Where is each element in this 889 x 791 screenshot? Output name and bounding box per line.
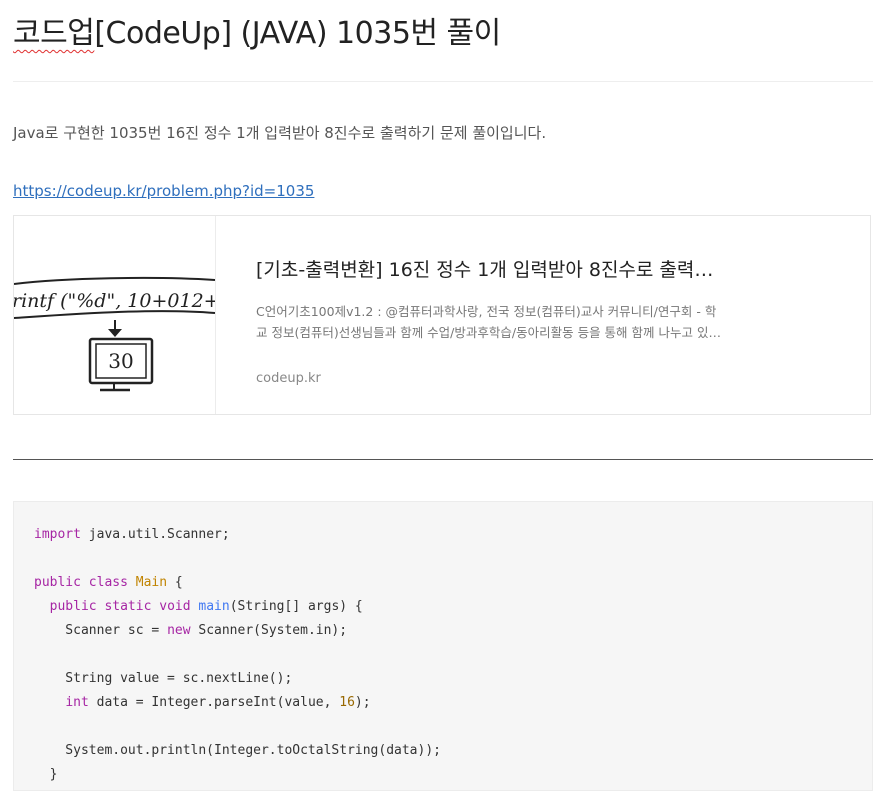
link-preview-card[interactable]: rintf ("%d", 10+012+0xA 30 [기초-출력변환] 16진… (13, 215, 871, 415)
code-token: new (167, 623, 191, 638)
code-token: main (198, 599, 230, 614)
post-title: 코드업[CodeUp] (JAVA) 1035번 풀이 (13, 14, 501, 54)
code-token: java.util.Scanner; (80, 527, 230, 542)
code-token: } (34, 767, 58, 782)
post-title-prefix: 코드업 (13, 16, 95, 51)
post-description: Java로 구현한 1035번 16진 정수 1개 입력받아 8진수로 출력하기… (13, 124, 547, 142)
preview-title: [기초-출력변환] 16진 정수 1개 입력받아 8진수로 출력하기 (256, 259, 726, 281)
post-title-rest: [CodeUp] (JAVA) 1035번 풀이 (94, 16, 501, 51)
code-line: } (34, 763, 441, 787)
code-token: Scanner sc = (34, 623, 168, 638)
code-token: String value = sc.nextLine(); (34, 671, 293, 686)
title-divider (13, 81, 873, 82)
ribbon-bottom-line (14, 310, 215, 319)
code-token: data = Integer.parseInt(value, (88, 695, 340, 710)
code-token: public (49, 599, 97, 614)
code-token: public (34, 575, 81, 590)
code-token: import (34, 527, 81, 542)
code-content: import java.util.Scanner; public class Ma… (34, 523, 441, 787)
code-line: public class Main { (34, 571, 441, 595)
code-token: 16 (339, 695, 355, 710)
code-token: (String[] args) { (229, 599, 363, 614)
code-block: import java.util.Scanner; public class Ma… (13, 501, 873, 791)
preview-domain: codeup.kr (256, 371, 321, 386)
thumb-result-text: 30 (108, 349, 133, 373)
printf-illustration: rintf ("%d", 10+012+0xA 30 (14, 276, 215, 392)
code-token: void (159, 599, 191, 614)
thumb-code-text: rintf ("%d", 10+012+0xA (14, 290, 215, 312)
code-token: class (88, 575, 128, 590)
code-token: System.out.println(Integer.toOctalString… (34, 743, 441, 758)
code-line: public static void main(String[] args) { (34, 595, 441, 619)
ribbon-top-line (14, 276, 215, 285)
code-token: Scanner(System.in); (190, 623, 348, 638)
section-divider (13, 459, 873, 460)
code-token: Main (135, 575, 168, 590)
code-line: int data = Integer.parseInt(value, 16); (34, 691, 441, 715)
code-line: Scanner sc = new Scanner(System.in); (34, 619, 441, 643)
preview-thumbnail: rintf ("%d", 10+012+0xA 30 (14, 216, 216, 414)
preview-description: C언어기초100제v1.2 : @컴퓨터과학사랑, 전국 정보(컴퓨터)교사 커… (256, 304, 720, 340)
problem-link[interactable]: https://codeup.kr/problem.php?id=1035 (13, 180, 314, 202)
code-token: { (167, 575, 183, 590)
code-token: ); (354, 695, 371, 710)
code-line: System.out.println(Integer.toOctalString… (34, 739, 441, 763)
code-token: static (104, 599, 152, 614)
code-token: int (65, 695, 89, 710)
code-line: String value = sc.nextLine(); (34, 667, 441, 691)
code-line: import java.util.Scanner; (34, 523, 441, 547)
arrow-head (108, 329, 122, 337)
